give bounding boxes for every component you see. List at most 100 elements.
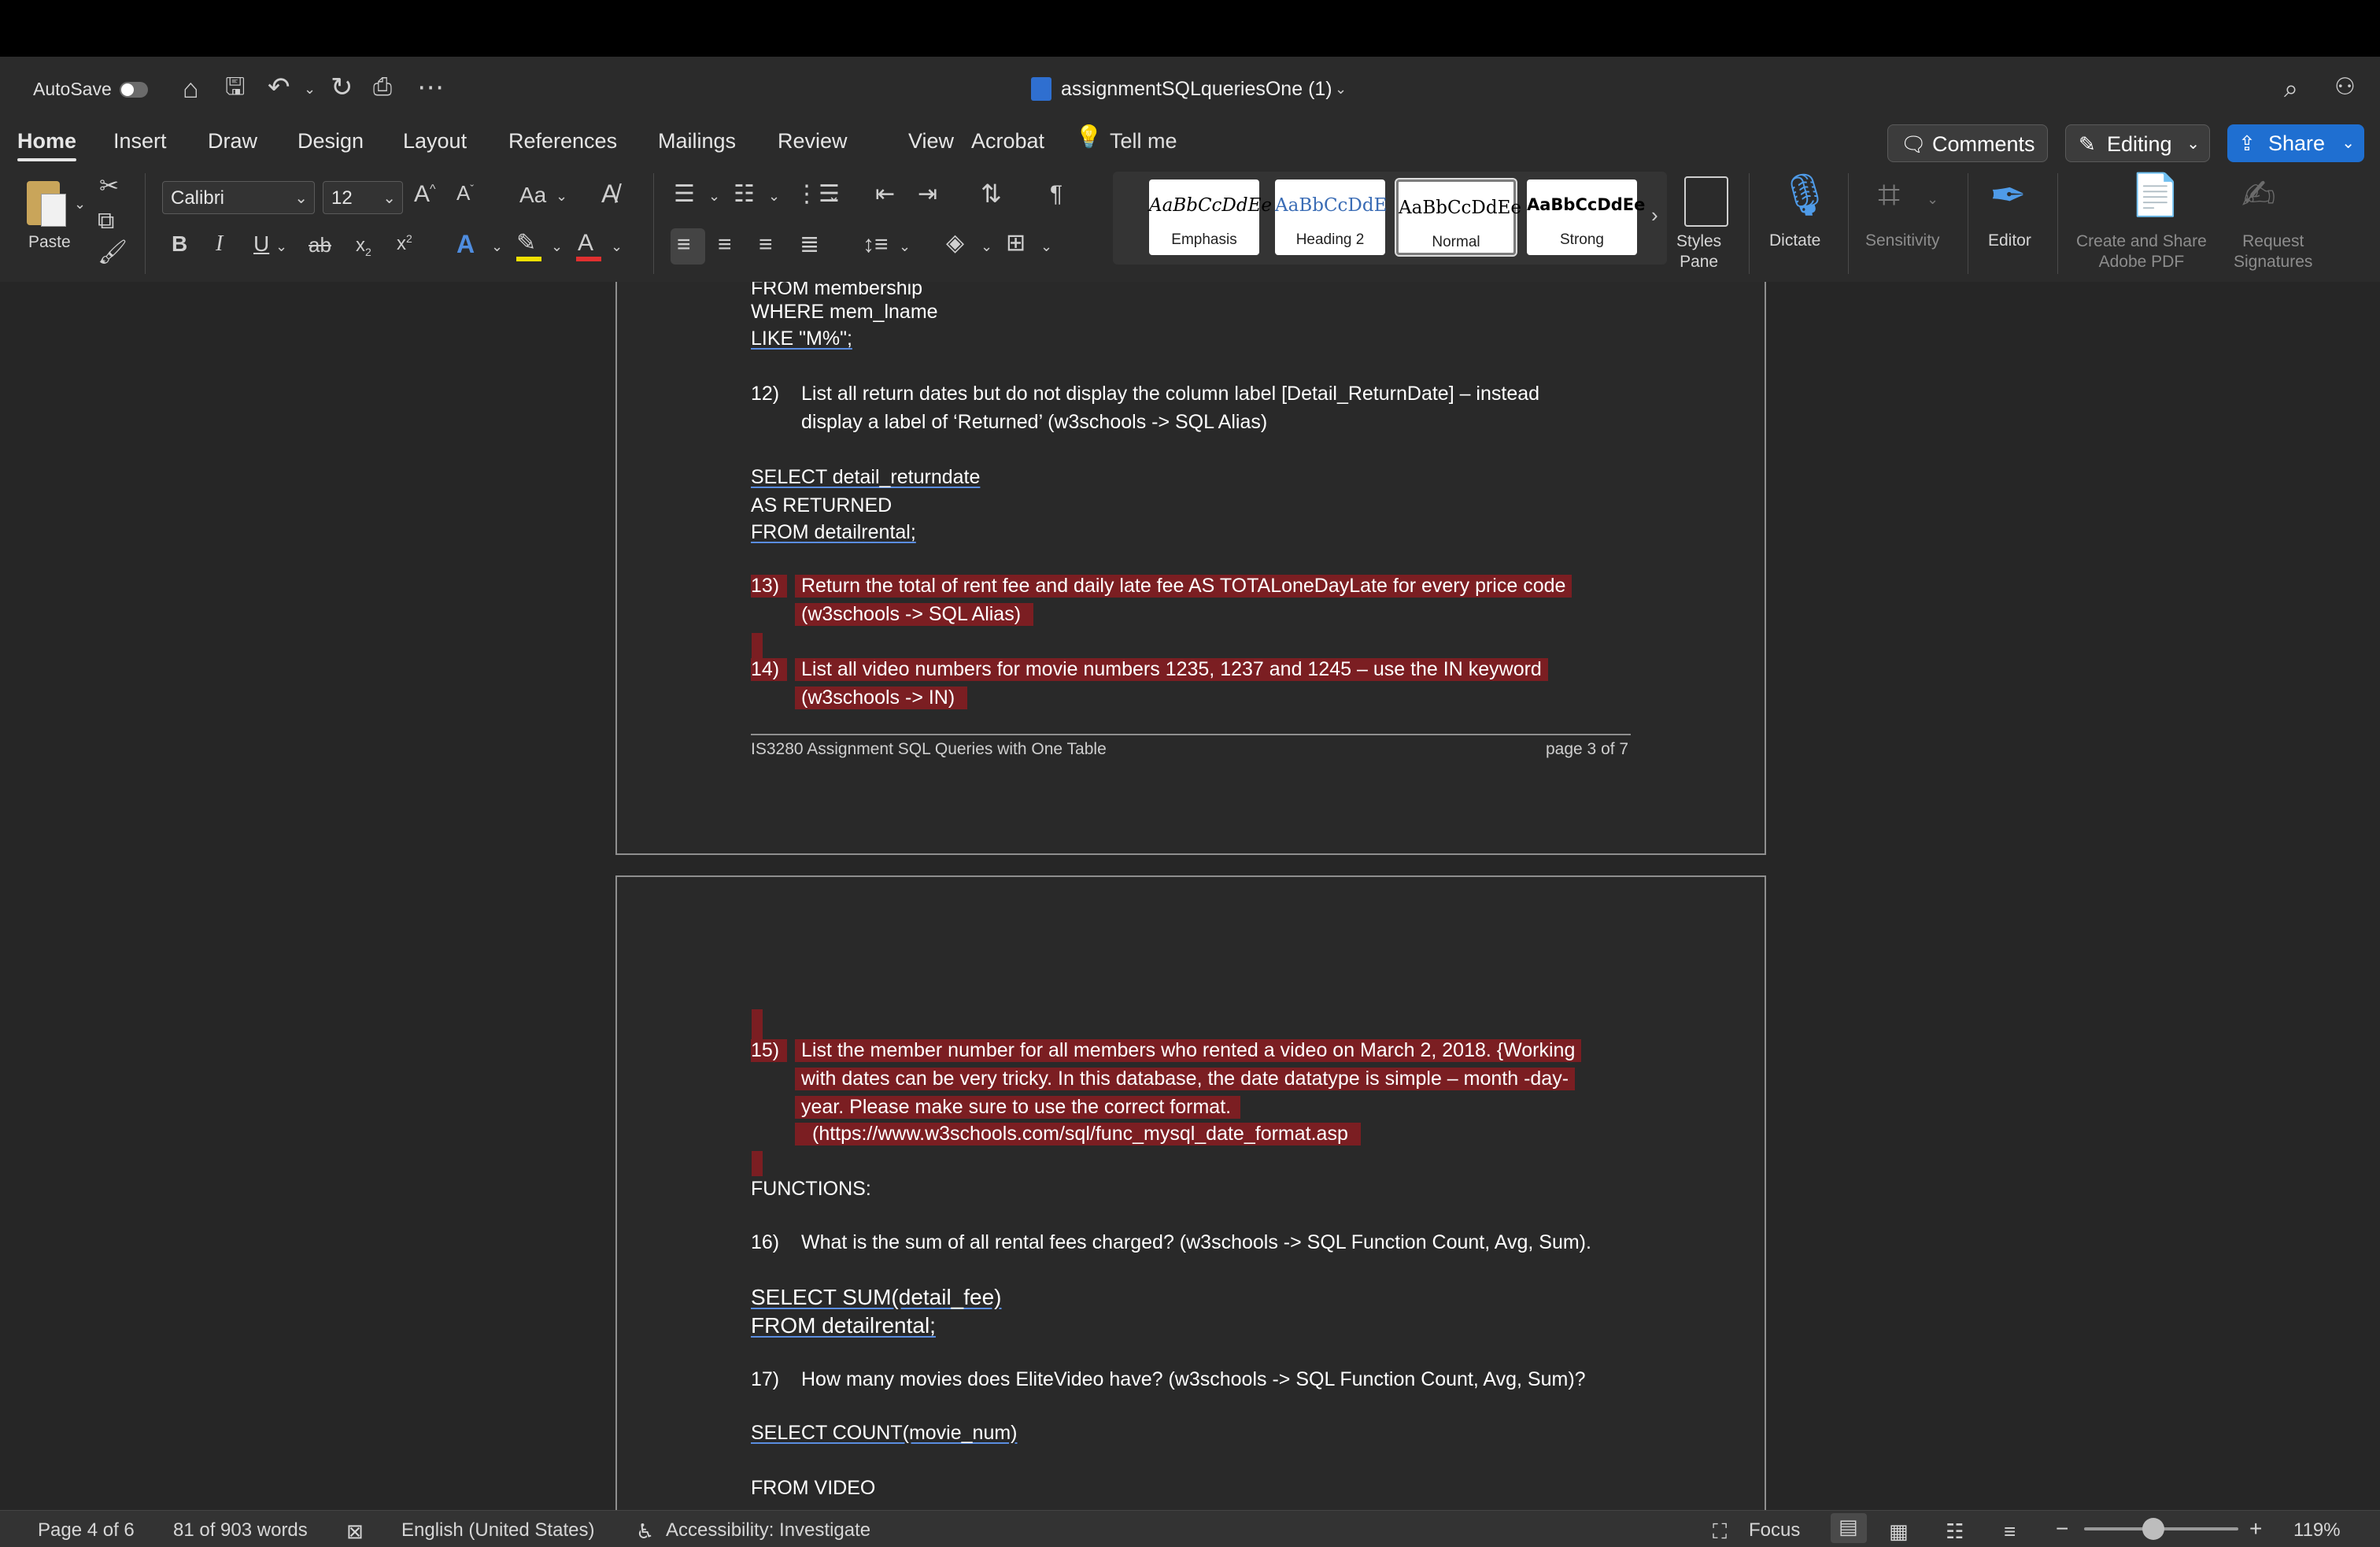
print-icon[interactable]: ⎙	[373, 76, 392, 99]
tab-acrobat[interactable]: Acrobat	[971, 129, 1044, 154]
draft-view-icon[interactable]: ≡	[2004, 1519, 2016, 1544]
question-text-highlighted[interactable]: List all video numbers for movie numbers…	[795, 658, 1548, 681]
align-left-button[interactable]: ≡	[671, 228, 705, 265]
bullets-chevron-icon[interactable]: ⌄	[708, 189, 720, 203]
underline-icon[interactable]: U	[253, 233, 269, 255]
shading-icon[interactable]: ◈	[946, 231, 964, 255]
align-center-icon[interactable]: ≡	[718, 233, 732, 257]
subscript-icon[interactable]: x2	[356, 236, 371, 257]
question-text-highlighted[interactable]: (w3schools -> SQL Alias)	[795, 603, 1034, 626]
question-text-highlighted[interactable]: List the member number for all members w…	[795, 1039, 1582, 1062]
format-painter-icon[interactable]: 🖌	[98, 241, 128, 265]
font-size-select[interactable]: 12 ⌄	[323, 181, 403, 214]
search-icon[interactable]: ⌕	[2284, 76, 2298, 101]
strikethrough-icon[interactable]: ab	[309, 235, 331, 255]
word-count[interactable]: 81 of 903 words	[173, 1519, 308, 1541]
align-right-icon[interactable]: ≡	[759, 233, 773, 257]
zoom-in-icon[interactable]: +	[2249, 1516, 2262, 1541]
underline-chevron-icon[interactable]: ⌄	[275, 239, 287, 254]
text-effects-chevron-icon[interactable]: ⌄	[491, 239, 503, 254]
language-indicator[interactable]: English (United States)	[401, 1519, 594, 1541]
line-spacing-chevron-icon[interactable]: ⌄	[899, 239, 911, 254]
highlight-chevron-icon[interactable]: ⌄	[551, 239, 563, 254]
paste-button[interactable]	[27, 178, 68, 227]
undo-icon[interactable]: ↶	[268, 74, 290, 101]
proofing-icon[interactable]: ⊠	[346, 1519, 364, 1544]
tab-view[interactable]: View	[908, 129, 954, 154]
justify-icon[interactable]: ≣	[800, 233, 819, 257]
question-number[interactable]: 12)	[751, 383, 779, 405]
zoom-level[interactable]: 119%	[2293, 1519, 2341, 1541]
question-text-highlighted[interactable]: with dates can be very tricky. In this d…	[795, 1068, 1576, 1090]
question-text-highlighted[interactable]: Return the total of rent fee and daily l…	[795, 575, 1572, 598]
tab-design[interactable]: Design	[298, 129, 364, 154]
grow-font-icon[interactable]: A^	[414, 183, 436, 206]
save-icon[interactable]: 🖫	[225, 76, 246, 99]
numbering-chevron-icon[interactable]: ⌄	[768, 189, 780, 203]
question-text-highlighted[interactable]: year. Please make sure to use the correc…	[795, 1096, 1241, 1119]
sql-line[interactable]: SELECT COUNT(movie_num)	[751, 1422, 1018, 1445]
sql-line[interactable]: SELECT detail_returndate	[751, 466, 980, 489]
numbering-icon[interactable]: ☷	[734, 183, 755, 206]
page-indicator[interactable]: Page 4 of 6	[38, 1519, 135, 1541]
editor-pen-icon[interactable]: ✒	[1990, 173, 2027, 217]
increase-indent-icon[interactable]: ⇥	[918, 183, 937, 206]
bullets-icon[interactable]: ☰	[674, 183, 695, 206]
tab-insert[interactable]: Insert	[113, 129, 167, 154]
multilevel-chevron-icon[interactable]: ⌄	[828, 189, 840, 203]
request-signatures-icon[interactable]: ✍	[2241, 175, 2276, 216]
style-heading-2[interactable]: AaBbCcDdE Heading 2	[1275, 179, 1387, 255]
highlight-icon[interactable]: ✎	[516, 231, 536, 255]
focus-icon[interactable]: ⛶	[1713, 1519, 1727, 1545]
zoom-slider-handle[interactable]	[2142, 1518, 2165, 1540]
accessibility-status[interactable]: Accessibility: Investigate	[666, 1519, 870, 1541]
comments-button[interactable]: 🗨 Comments	[1887, 124, 2048, 162]
font-name-select[interactable]: Calibri ⌄	[162, 181, 315, 214]
sql-line[interactable]: SELECT SUM(detail_fee)	[751, 1285, 1002, 1310]
shading-chevron-icon[interactable]: ⌄	[981, 239, 992, 254]
sensitivity-chevron-icon[interactable]: ⌄	[1927, 192, 1938, 206]
question-text[interactable]: display a label of ‘Returned’ (w3schools…	[801, 411, 1267, 434]
bold-icon[interactable]: B	[172, 233, 187, 255]
document-canvas[interactable]: FROM membership WHERE mem_lname LIKE "M%…	[0, 282, 2380, 1510]
tab-draw[interactable]: Draw	[208, 129, 257, 154]
more-icon[interactable]: ⋯	[417, 74, 444, 101]
tab-references[interactable]: References	[508, 129, 617, 154]
style-emphasis[interactable]: AaBbCcDdEe Emphasis	[1149, 179, 1272, 255]
superscript-icon[interactable]: x2	[397, 233, 412, 254]
section-heading[interactable]: FUNCTIONS:	[751, 1178, 871, 1201]
sql-line[interactable]: AS RETURNED	[751, 494, 892, 517]
font-color-chevron-icon[interactable]: ⌄	[611, 239, 623, 254]
shrink-font-icon[interactable]: Aˇ	[456, 183, 474, 203]
editing-button[interactable]: ✎ Editing ⌄	[2065, 124, 2210, 162]
title-chevron-down-icon[interactable]: ⌄	[1335, 82, 1347, 96]
autosave-toggle[interactable]	[120, 82, 148, 98]
tab-mailings[interactable]: Mailings	[658, 129, 736, 154]
question-number[interactable]: 15)	[751, 1039, 788, 1062]
doc-line[interactable]: WHERE mem_lname	[751, 301, 938, 324]
change-case-icon[interactable]: Aa	[519, 184, 546, 206]
sensitivity-icon[interactable]: ⌗	[1878, 175, 1900, 214]
tell-me-field[interactable]: Tell me	[1110, 129, 1177, 154]
question-text-highlighted[interactable]: (https://www.w3schools.com/sql/func_mysq…	[795, 1123, 1361, 1145]
redo-icon[interactable]: ↻	[331, 74, 353, 101]
styles-more-icon[interactable]: ›	[1651, 205, 1658, 225]
text-effects-icon[interactable]: A	[456, 231, 475, 257]
font-color-icon[interactable]: A	[578, 231, 593, 255]
print-layout-view-button[interactable]: ▤	[1831, 1513, 1867, 1543]
tab-review[interactable]: Review	[778, 129, 848, 154]
create-pdf-icon[interactable]: 📄	[2130, 175, 2181, 216]
style-normal[interactable]: AaBbCcDdEe Normal	[1395, 178, 1521, 257]
sql-line[interactable]: FROM VIDEO	[751, 1477, 875, 1500]
focus-label[interactable]: Focus	[1749, 1519, 1800, 1541]
microphone-icon[interactable]: 🎙	[1779, 175, 1831, 216]
question-number[interactable]: 13)	[751, 575, 788, 598]
question-number[interactable]: 14)	[751, 658, 788, 681]
undo-dropdown-icon[interactable]: ⌄	[304, 82, 316, 96]
tab-home[interactable]: Home	[17, 129, 77, 161]
change-case-chevron-icon[interactable]: ⌄	[556, 189, 567, 203]
sort-icon[interactable]: ⇅	[981, 181, 1002, 206]
doc-line[interactable]: LIKE "M%";	[751, 328, 852, 350]
styles-pane-icon[interactable]	[1684, 176, 1728, 227]
question-text[interactable]: List all return dates but do not display…	[801, 383, 1539, 405]
